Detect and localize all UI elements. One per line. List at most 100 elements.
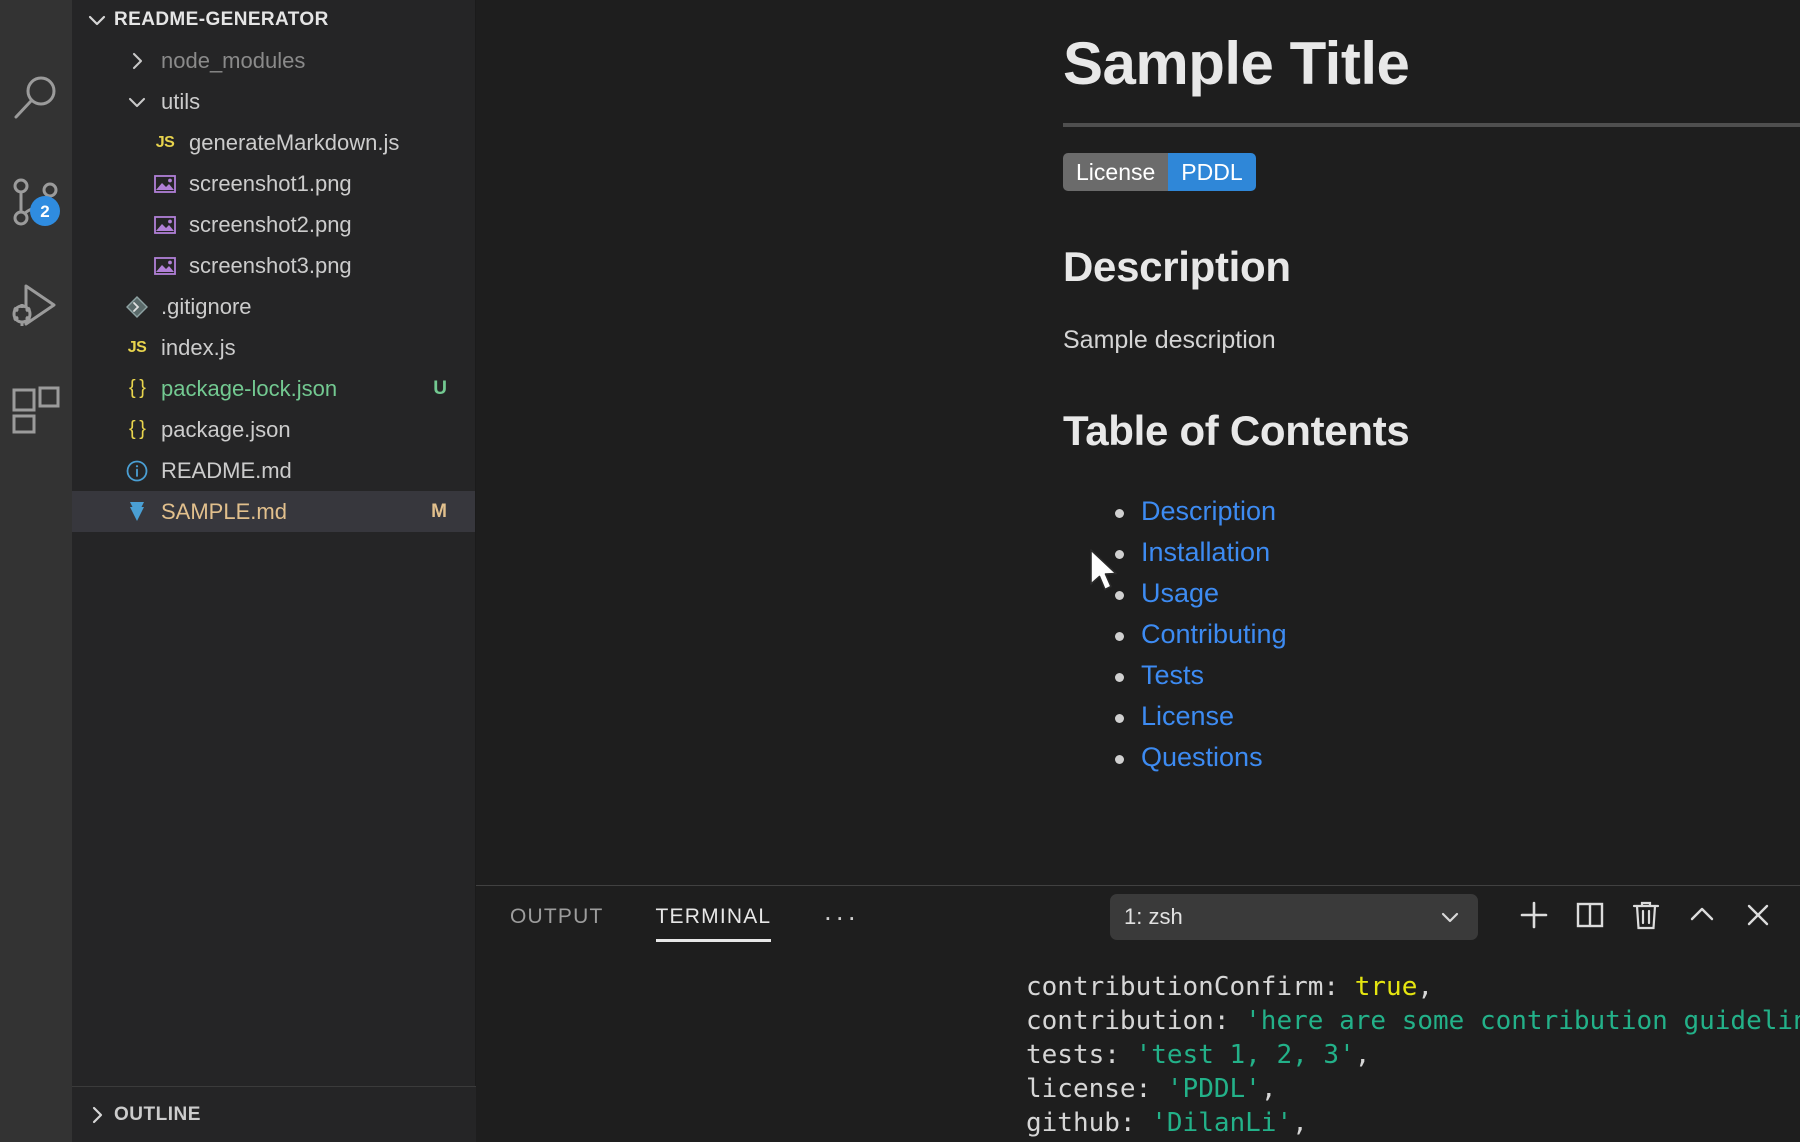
plus-icon [1517, 898, 1551, 937]
toc-link-tests[interactable]: Tests [1141, 660, 1204, 690]
toc-item: Usage [1115, 573, 1696, 614]
bottom-panel: OUTPUT TERMINAL ··· 1: zsh contributionC… [476, 885, 1800, 1142]
search-icon [10, 72, 62, 124]
split-terminal-button[interactable] [1562, 889, 1618, 945]
js-icon: JS [127, 338, 147, 356]
info-icon [122, 457, 152, 485]
json-icon: { } [129, 377, 146, 399]
maximize-panel-button[interactable] [1674, 889, 1730, 945]
terminal-token: github: [1026, 1108, 1152, 1138]
toc-link-usage[interactable]: Usage [1141, 578, 1219, 608]
tree-item-sample-md[interactable]: SAMPLE.md M [72, 491, 475, 532]
toc-link-contributing[interactable]: Contributing [1141, 619, 1287, 649]
tree-item-node-modules[interactable]: node_modules [72, 40, 475, 81]
outline-label: OUTLINE [114, 1103, 201, 1125]
terminal-output[interactable]: contributionConfirm: true, contribution: … [476, 948, 1800, 1142]
tab-output[interactable]: OUTPUT [510, 886, 604, 948]
toc-item: Description [1115, 491, 1696, 532]
file-tree: node_modules utils JS generateMarkdown.js sc… [72, 40, 475, 532]
tree-item-generatemarkdown-js[interactable]: JS generateMarkdown.js [72, 122, 475, 163]
tree-item-gitignore[interactable]: .gitignore [72, 286, 475, 327]
toc-link-questions[interactable]: Questions [1141, 742, 1263, 772]
terminal-token: license: [1026, 1074, 1167, 1104]
activity-item-search[interactable] [0, 46, 72, 150]
chevron-down-icon [84, 7, 110, 33]
activity-item-explorer[interactable] [0, 0, 72, 46]
image-icon [150, 170, 180, 198]
tree-item-label: .gitignore [161, 293, 252, 319]
kill-terminal-button[interactable] [1618, 889, 1674, 945]
tree-item-label: README.md [161, 457, 292, 483]
tree-item-label: screenshot2.png [189, 211, 352, 237]
chevron-down-icon [1438, 905, 1462, 935]
explorer-root-header[interactable]: README-GENERATOR [72, 0, 475, 40]
new-terminal-button[interactable] [1506, 889, 1562, 945]
activity-item-extensions[interactable] [0, 358, 72, 462]
vscode-window: 2 README-GENERATOR node_modules utils JS… [0, 0, 1800, 1142]
git-status-badge: M [431, 500, 447, 522]
license-badge-value: PDDL [1168, 153, 1256, 191]
tree-item-label: package.json [161, 416, 291, 442]
git-icon [122, 293, 152, 321]
tree-item-screenshot3-png[interactable]: screenshot3.png [72, 245, 475, 286]
terminal-token: 'DilanLi' [1151, 1108, 1293, 1138]
json-icon: { } [129, 418, 146, 440]
description-text: Sample description [1063, 326, 1276, 354]
markdown-down-icon [122, 498, 152, 526]
tree-item-screenshot1-png[interactable]: screenshot1.png [72, 163, 475, 204]
panel-tab-bar: OUTPUT TERMINAL ··· 1: zsh [476, 886, 1800, 948]
activity-item-run-and-debug[interactable] [0, 254, 72, 358]
trash-icon [1630, 899, 1662, 936]
toc-item: Questions [1115, 737, 1696, 778]
title-divider [1063, 123, 1800, 127]
panel-actions: 1: zsh [1110, 886, 1786, 948]
toc-heading: Table of Contents [1063, 407, 1410, 454]
tree-item-package-lock-json[interactable]: { } package-lock.json U [72, 368, 475, 409]
terminal-line: contributionConfirm: true, [1026, 970, 1800, 1004]
tree-item-package-json[interactable]: { } package.json [72, 409, 475, 450]
tree-item-index-js[interactable]: JS index.js [72, 327, 475, 368]
toc-link-license[interactable]: License [1141, 701, 1234, 731]
close-icon [1742, 899, 1774, 936]
tree-item-readme-md[interactable]: README.md [72, 450, 475, 491]
sidebar-explorer: README-GENERATOR node_modules utils JS gene… [72, 0, 476, 1142]
tree-item-utils[interactable]: utils [72, 81, 475, 122]
image-icon [150, 211, 180, 239]
toc-link-description[interactable]: Description [1141, 496, 1276, 526]
run-debug-icon [8, 278, 64, 334]
toc-item: Installation [1115, 532, 1696, 573]
source-control-badge: 2 [30, 196, 60, 226]
terminal-token: 'PDDL' [1166, 1074, 1261, 1104]
extensions-icon [10, 384, 62, 436]
tree-item-label: utils [161, 88, 201, 114]
tree-item-label: index.js [161, 334, 236, 360]
page-title: Sample Title [1063, 30, 1410, 97]
toc-item: Contributing [1115, 614, 1696, 655]
close-panel-button[interactable] [1730, 889, 1786, 945]
terminal-token: , [1417, 972, 1434, 1002]
toc-item: Tests [1115, 655, 1696, 696]
chevron-right-icon [122, 47, 152, 75]
tree-item-label: SAMPLE.md [161, 498, 287, 524]
tree-item-label: screenshot1.png [189, 170, 352, 196]
terminal-token: contributionConfirm: [1026, 972, 1355, 1002]
terminal-token: , [1292, 1108, 1308, 1138]
terminal-token: 'here are some contribution guidelines' [1245, 1006, 1800, 1036]
chevron-right-icon [84, 1102, 110, 1128]
tree-item-screenshot2-png[interactable]: screenshot2.png [72, 204, 475, 245]
git-status-badge: U [433, 377, 447, 399]
terminal-line: license: 'PDDL', [1026, 1072, 1800, 1106]
terminal-line: contribution: 'here are some contributio… [1026, 1004, 1800, 1038]
tree-item-label: generateMarkdown.js [189, 129, 400, 155]
outline-section-header[interactable]: OUTLINE [72, 1086, 476, 1142]
terminal-token: , [1260, 1074, 1277, 1104]
chevron-down-icon [122, 88, 152, 116]
panel-more-button[interactable]: ··· [823, 892, 859, 942]
license-badge[interactable]: License PDDL [1063, 153, 1256, 191]
toc-link-installation[interactable]: Installation [1141, 537, 1270, 567]
terminal-select[interactable]: 1: zsh [1110, 894, 1478, 940]
license-badge-label: License [1063, 153, 1169, 191]
activity-item-source-control[interactable]: 2 [0, 150, 72, 254]
files-icon [0, 0, 72, 4]
tab-terminal[interactable]: TERMINAL [655, 886, 772, 948]
